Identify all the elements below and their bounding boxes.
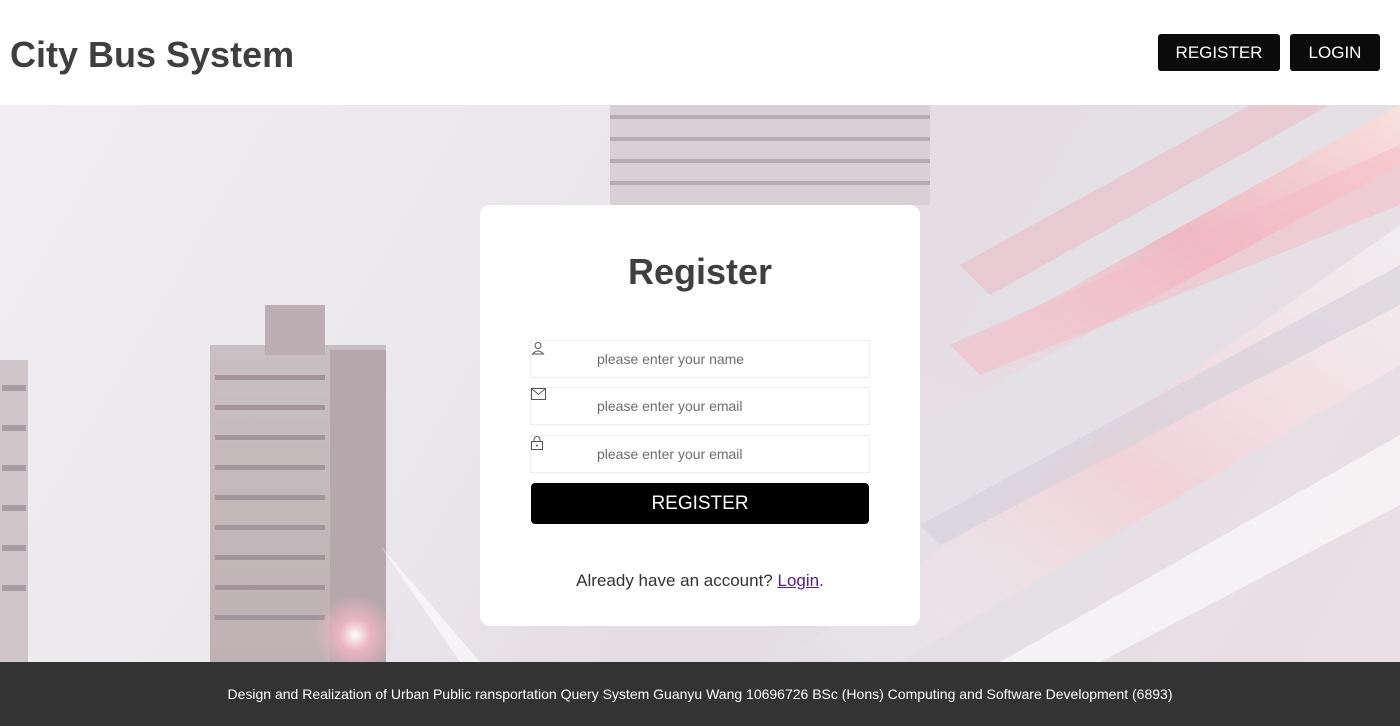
register-submit-button[interactable]: REGISTER [531,483,869,524]
site-footer: Design and Realization of Urban Public r… [0,662,1400,726]
site-title: City Bus System [10,34,295,75]
envelope-icon [531,388,589,424]
name-input[interactable] [589,342,859,376]
email-field[interactable] [530,387,870,425]
account-prompt-text: Already have an account? [576,571,778,590]
password-field[interactable] [530,435,870,473]
header-login-button[interactable]: LOGIN [1290,34,1380,71]
prompt-period: . [819,571,824,590]
name-field[interactable] [530,340,870,378]
footer-text: Design and Realization of Urban Public r… [227,686,1173,702]
register-title: Register [627,251,773,292]
hero-background-image: Register please enter your name please e… [0,105,1400,662]
site-header: City Bus System REGISTER LOGIN [0,0,1400,105]
login-prompt: Already have an account? Login. [480,571,920,591]
lock-icon [531,436,589,472]
register-card: Register please enter your name please e… [480,205,920,626]
user-icon [531,341,589,377]
password-input[interactable] [589,437,859,471]
header-register-button[interactable]: REGISTER [1158,34,1280,71]
login-link[interactable]: Login [777,571,819,590]
email-input[interactable] [589,389,859,423]
